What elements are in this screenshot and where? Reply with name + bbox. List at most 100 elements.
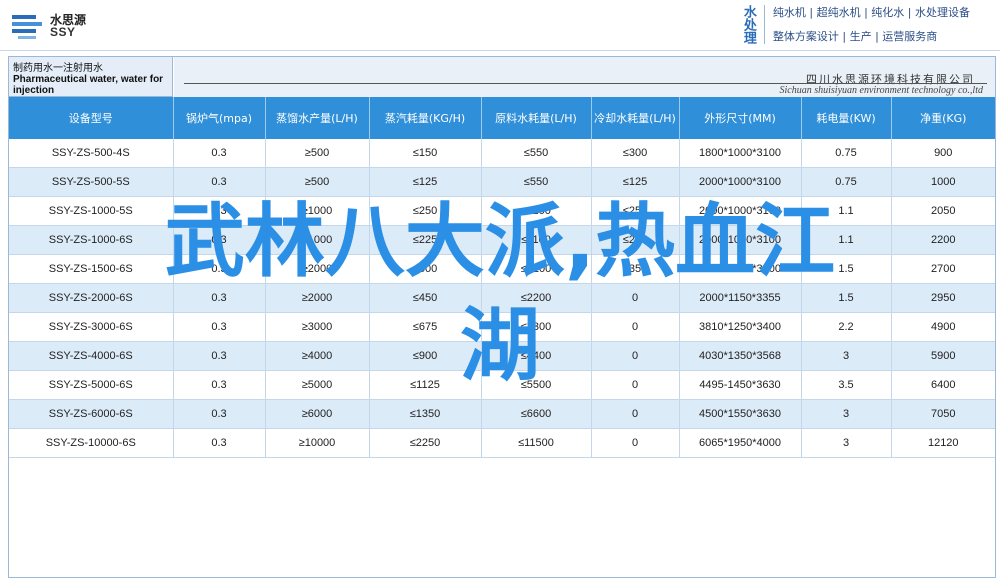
column-header: 原料水耗量(L/H) bbox=[481, 97, 592, 139]
table-cell: 1800*1000*3100 bbox=[679, 139, 802, 168]
table-cell: 0.3 bbox=[173, 428, 266, 458]
table-cell: ≤450 bbox=[369, 283, 482, 313]
table-cell: 3810*1250*3400 bbox=[679, 312, 802, 342]
table-cell: 2000*1000*3100 bbox=[679, 196, 802, 226]
table-cell: ≤250 bbox=[369, 196, 482, 226]
table-header-row: 设备型号 锅炉气(mpa) 蒸馏水产量(L/H) 蒸汽耗量(KG/H) 原料水耗… bbox=[9, 97, 995, 139]
model-cell: SSY-ZS-3000-6S bbox=[9, 312, 174, 342]
model-cell: SSY-ZS-1000-5S bbox=[9, 196, 174, 226]
table-cell: 3 bbox=[801, 428, 892, 458]
logo-en-text: SSY bbox=[50, 25, 76, 39]
table-cell: 0 bbox=[591, 341, 680, 371]
table-cell: 0.3 bbox=[173, 399, 266, 429]
table-row: SSY-ZS-6000-6S 0.3 ≥6000 ≤1350 ≤6600 0 4500*15… bbox=[9, 399, 995, 429]
spec-table-container: 制药用水一注射用水 Pharmaceutical water, water fo… bbox=[8, 56, 996, 578]
table-cell: 2000*1150*3355 bbox=[679, 283, 802, 313]
table-cell: 2450*1000*3100 bbox=[679, 254, 802, 284]
table-cell: 1.5 bbox=[801, 283, 892, 313]
table-row: SSY-ZS-5000-6S 0.3 ≥5000 ≤1125 ≤5500 0 4495-14… bbox=[9, 370, 995, 400]
company-name-en: Sichuan shuisiyuan environment technolog… bbox=[779, 85, 983, 96]
table-cell: ≥1000 bbox=[265, 225, 370, 255]
table-cell: 0.3 bbox=[173, 139, 266, 168]
slogan-line-1: 纯水机 | 超纯水机 | 纯化水 | 水处理设备 bbox=[772, 6, 970, 19]
table-cell: ≤2200 bbox=[481, 254, 592, 284]
table-cell: ≥3000 bbox=[265, 312, 370, 342]
table-cell: ≤250 bbox=[591, 196, 680, 226]
table-cell: ≤1100 bbox=[481, 196, 592, 226]
table-cell: 7050 bbox=[891, 399, 995, 429]
header-divider bbox=[0, 50, 1000, 51]
model-cell: SSY-ZS-4000-6S bbox=[9, 341, 174, 371]
table-cell: 1.5 bbox=[801, 254, 892, 284]
table-cell: ≤2200 bbox=[481, 283, 592, 313]
table-cell: 12120 bbox=[891, 428, 995, 458]
table-cell: 2000*1000*3100 bbox=[679, 167, 802, 197]
table-cell: ≤675 bbox=[369, 312, 482, 342]
table-cell: 4030*1350*3568 bbox=[679, 341, 802, 371]
model-cell: SSY-ZS-2000-6S bbox=[9, 283, 174, 313]
company-rule bbox=[184, 83, 987, 84]
table-cell: ≤550 bbox=[481, 139, 592, 168]
model-cell: SSY-ZS-10000-6S bbox=[9, 428, 174, 458]
table-row: SSY-ZS-500-5S 0.3 ≥500 ≤125 ≤550 ≤125 2000*100… bbox=[9, 167, 995, 197]
table-cell: ≥6000 bbox=[265, 399, 370, 429]
table-cell: ≤125 bbox=[591, 167, 680, 197]
table-cell: ≤1350 bbox=[369, 399, 482, 429]
table-row: SSY-ZS-500-4S 0.3 ≥500 ≤150 ≤550 ≤300 1800*100… bbox=[9, 139, 995, 168]
table-cell: 4500*1550*3630 bbox=[679, 399, 802, 429]
table-cell: ≥500 bbox=[265, 139, 370, 168]
logo: 水思源 SSY bbox=[10, 12, 86, 40]
table-row: SSY-ZS-10000-6S 0.3 ≥10000 ≤2250 ≤11500 0 6065… bbox=[9, 428, 995, 458]
table-row: SSY-ZS-4000-6S 0.3 ≥4000 ≤900 ≤4400 0 4030*135… bbox=[9, 341, 995, 371]
table-cell: ≤4400 bbox=[481, 341, 592, 371]
table-row: SSY-ZS-2000-6S 0.3 ≥2000 ≤450 ≤2200 0 2000*115… bbox=[9, 283, 995, 313]
table-cell: 0 bbox=[591, 399, 680, 429]
logo-icon bbox=[12, 15, 42, 39]
table-cell: ≥1000 bbox=[265, 196, 370, 226]
model-cell: SSY-ZS-6000-6S bbox=[9, 399, 174, 429]
table-cell: ≥2000 bbox=[265, 283, 370, 313]
table-cell: ≤500 bbox=[369, 254, 482, 284]
table-cell: 0 bbox=[591, 428, 680, 458]
table-body: SSY-ZS-500-4S 0.3 ≥500 ≤150 ≤550 ≤300 1800*100… bbox=[9, 139, 995, 458]
table-cell: 0.3 bbox=[173, 370, 266, 400]
slogan-line-2: 整体方案设计 | 生产 | 运营服务商 bbox=[772, 30, 938, 43]
column-header: 设备型号 bbox=[9, 97, 174, 139]
table-cell: 1.1 bbox=[801, 225, 892, 255]
table-cell: 6400 bbox=[891, 370, 995, 400]
table-cell: ≤1100 bbox=[481, 225, 592, 255]
table-cell: 0.3 bbox=[173, 254, 266, 284]
table-cell: ≤350 bbox=[591, 254, 680, 284]
spec-table: 设备型号 锅炉气(mpa) 蒸馏水产量(L/H) 蒸汽耗量(KG/H) 原料水耗… bbox=[9, 97, 995, 458]
table-cell: ≤225 bbox=[369, 225, 482, 255]
table-cell: 2950 bbox=[891, 283, 995, 313]
table-cell: 0.3 bbox=[173, 196, 266, 226]
table-row: SSY-ZS-1000-5S 0.3 ≥1000 ≤250 ≤1100 ≤250 2000*… bbox=[9, 196, 995, 226]
column-header: 耗电量(KW) bbox=[801, 97, 892, 139]
table-cell: 4900 bbox=[891, 312, 995, 342]
column-header: 冷却水耗量(L/H) bbox=[591, 97, 680, 139]
table-cell: ≤550 bbox=[481, 167, 592, 197]
table-cell: 5900 bbox=[891, 341, 995, 371]
table-cell: ≤6600 bbox=[481, 399, 592, 429]
table-row: SSY-ZS-1000-6S 0.3 ≥1000 ≤225 ≤1100 ≤225 2000*… bbox=[9, 225, 995, 255]
model-cell: SSY-ZS-5000-6S bbox=[9, 370, 174, 400]
model-cell: SSY-ZS-1000-6S bbox=[9, 225, 174, 255]
table-cell: 2.2 bbox=[801, 312, 892, 342]
table-cell: ≤1125 bbox=[369, 370, 482, 400]
table-row: SSY-ZS-3000-6S 0.3 ≥3000 ≤675 ≤3300 0 3810*125… bbox=[9, 312, 995, 342]
table-cell: ≤11500 bbox=[481, 428, 592, 458]
table-cell: 0.3 bbox=[173, 283, 266, 313]
table-cell: 0.75 bbox=[801, 139, 892, 168]
table-cell: ≥5000 bbox=[265, 370, 370, 400]
table-cell: 900 bbox=[891, 139, 995, 168]
column-header: 锅炉气(mpa) bbox=[173, 97, 266, 139]
table-cell: ≤3300 bbox=[481, 312, 592, 342]
column-header: 蒸馏水产量(L/H) bbox=[265, 97, 370, 139]
table-cell: ≤5500 bbox=[481, 370, 592, 400]
table-cell: ≤150 bbox=[369, 139, 482, 168]
column-header: 净重(KG) bbox=[891, 97, 995, 139]
table-cell: ≤225 bbox=[591, 225, 680, 255]
product-title-cn: 制药用水一注射用水 bbox=[13, 63, 103, 74]
table-cell: 3.5 bbox=[801, 370, 892, 400]
